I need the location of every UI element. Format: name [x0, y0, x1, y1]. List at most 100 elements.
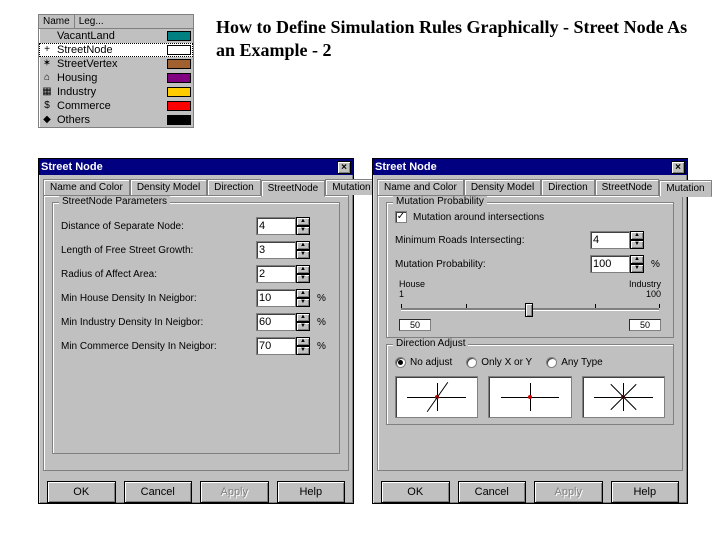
tab-streetnode[interactable]: StreetNode [261, 180, 326, 197]
param-input[interactable] [256, 337, 296, 355]
help-button[interactable]: Help [611, 481, 680, 503]
spin-down-icon[interactable]: ▼ [296, 274, 310, 283]
spin-up-icon[interactable]: ▲ [296, 289, 310, 298]
radio-icon[interactable] [546, 357, 557, 368]
slider-track[interactable] [401, 301, 659, 317]
cancel-button[interactable]: Cancel [124, 481, 193, 503]
legend-swatch [167, 31, 191, 41]
direction-preview-xy [488, 376, 571, 418]
ok-button[interactable]: OK [47, 481, 116, 503]
param-row: Min Industry Density In Neigbor:▲▼% [61, 313, 331, 331]
mutation-prob-input[interactable] [590, 255, 630, 273]
param-label: Min Commerce Density In Neigbor: [61, 341, 256, 352]
spin-down-icon[interactable]: ▼ [296, 322, 310, 331]
legend-swatch [167, 115, 191, 125]
spin-up-icon[interactable]: ▲ [296, 217, 310, 226]
spin-down-icon[interactable]: ▼ [296, 298, 310, 307]
tab-mutation[interactable]: Mutation [325, 179, 377, 195]
legend-box: Name Leg... VacantLand+StreetNode✶ Street… [38, 14, 194, 128]
tab-densitymodel[interactable]: Density Model [130, 179, 207, 195]
radio-noadjust[interactable]: No adjust [395, 357, 452, 368]
legend-row-label: StreetVertex [57, 58, 118, 70]
param-input[interactable] [256, 313, 296, 331]
spin-up-icon[interactable]: ▲ [296, 337, 310, 346]
direction-adjust-group: Direction Adjust No adjustOnly X or YAny… [386, 344, 674, 425]
param-label: Distance of Separate Node: [61, 221, 256, 232]
titlebar[interactable]: Street Node × [39, 159, 353, 175]
param-input[interactable] [256, 289, 296, 307]
spin-up-icon[interactable]: ▲ [296, 265, 310, 274]
checkbox-label: Mutation around intersections [413, 212, 544, 223]
spin-down-icon[interactable]: ▼ [296, 226, 310, 235]
legend-row[interactable]: ◆Others [39, 113, 193, 127]
legend-row-icon [41, 30, 53, 42]
param-suffix: % [317, 341, 331, 352]
cancel-button[interactable]: Cancel [458, 481, 527, 503]
spin-down-icon[interactable]: ▼ [296, 346, 310, 355]
legend-header: Name Leg... [39, 15, 193, 29]
param-input[interactable] [256, 241, 296, 259]
slider-scale-max: 100 [646, 289, 661, 299]
tab-nameandcolor[interactable]: Name and Color [377, 179, 464, 195]
tab-streetnode[interactable]: StreetNode [595, 179, 660, 195]
legend-col-name: Name [39, 15, 75, 28]
legend-row[interactable]: ⌂Housing [39, 71, 193, 85]
close-icon[interactable]: × [337, 161, 351, 174]
param-suffix: % [317, 317, 331, 328]
radio-icon[interactable] [395, 357, 406, 368]
legend-row[interactable]: ✶ StreetVertex [39, 57, 193, 71]
spin-down-icon[interactable]: ▼ [630, 240, 644, 249]
help-button[interactable]: Help [277, 481, 346, 503]
apply-button[interactable]: Apply [534, 481, 603, 503]
window-title: Street Node [41, 161, 337, 173]
close-icon[interactable]: × [671, 161, 685, 174]
slider-thumb[interactable] [525, 303, 533, 317]
param-stepper[interactable]: ▲▼ [256, 265, 314, 283]
radio-anytype[interactable]: Any Type [546, 357, 603, 368]
min-roads-label: Minimum Roads Intersecting: [395, 235, 590, 246]
spin-down-icon[interactable]: ▼ [296, 250, 310, 259]
param-stepper[interactable]: ▲▼ [256, 337, 314, 355]
min-roads-stepper[interactable]: ▲▼ [590, 231, 648, 249]
radio-icon[interactable] [466, 357, 477, 368]
legend-row-label: Industry [57, 86, 96, 98]
param-stepper[interactable]: ▲▼ [256, 289, 314, 307]
legend-row[interactable]: VacantLand [39, 29, 193, 43]
spin-down-icon[interactable]: ▼ [630, 264, 644, 273]
tab-mutation[interactable]: Mutation [659, 180, 711, 197]
spin-up-icon[interactable]: ▲ [296, 241, 310, 250]
legend-row-icon: ▦ [41, 86, 53, 98]
spin-up-icon[interactable]: ▲ [630, 231, 644, 240]
mutation-intersections-checkbox[interactable]: ✓ [395, 211, 407, 223]
min-roads-input[interactable] [590, 231, 630, 249]
ok-button[interactable]: OK [381, 481, 450, 503]
param-label: Radius of Affect Area: [61, 269, 256, 280]
spin-up-icon[interactable]: ▲ [296, 313, 310, 322]
legend-row[interactable]: ▦ Industry [39, 85, 193, 99]
apply-button[interactable]: Apply [200, 481, 269, 503]
param-input[interactable] [256, 265, 296, 283]
param-stepper[interactable]: ▲▼ [256, 313, 314, 331]
tab-direction[interactable]: Direction [541, 179, 594, 195]
legend-row[interactable]: $Commerce [39, 99, 193, 113]
param-stepper[interactable]: ▲▼ [256, 241, 314, 259]
legend-swatch [167, 87, 191, 97]
tab-nameandcolor[interactable]: Name and Color [43, 179, 130, 195]
tab-densitymodel[interactable]: Density Model [464, 179, 541, 195]
titlebar[interactable]: Street Node × [373, 159, 687, 175]
spin-up-icon[interactable]: ▲ [630, 255, 644, 264]
legend-row[interactable]: +StreetNode [39, 43, 193, 57]
page-title: How to Define Simulation Rules Graphical… [216, 16, 696, 61]
streetnode-dialog-left: Street Node × Name and ColorDensity Mode… [38, 158, 354, 504]
tab-direction[interactable]: Direction [207, 179, 260, 195]
dialog-buttons: OK Cancel Apply Help [39, 475, 353, 511]
legend-row-label: StreetNode [57, 44, 113, 56]
mutation-prob-stepper[interactable]: ▲▼ [590, 255, 648, 273]
param-suffix: % [317, 293, 331, 304]
param-stepper[interactable]: ▲▼ [256, 217, 314, 235]
legend-row-icon: ◆ [41, 114, 53, 126]
group-label: Mutation Probability [393, 196, 487, 207]
radio-onlyxory[interactable]: Only X or Y [466, 357, 532, 368]
legend-row-icon: ✶ [41, 58, 53, 70]
param-input[interactable] [256, 217, 296, 235]
